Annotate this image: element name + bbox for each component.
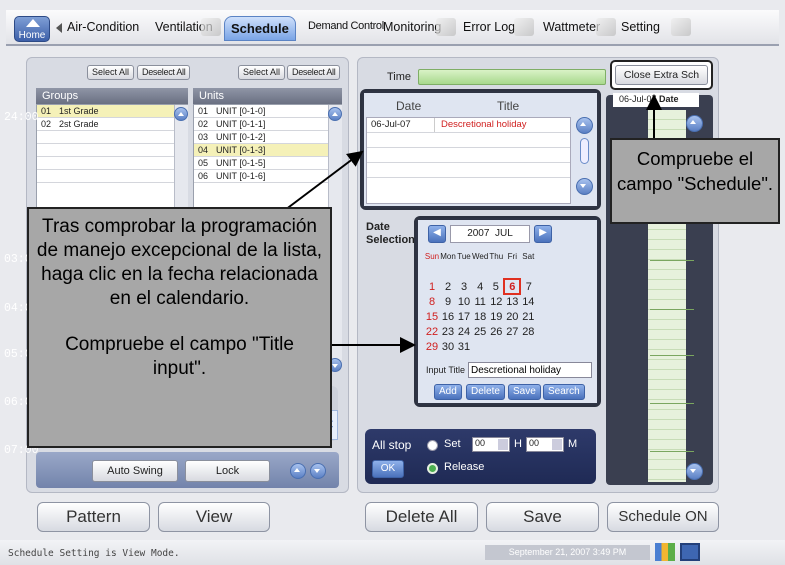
- callout-left-text-2: Compruebe el campo "Title input".: [65, 334, 294, 379]
- app-window: Home Air-Condition Ventilation Schedule …: [0, 0, 785, 565]
- arrow-to-schedule-list: [284, 150, 364, 211]
- callout-left-text-1: Tras comprobar la programación de manejo…: [36, 216, 323, 309]
- callout-right: Compruebe el campo "Schedule".: [610, 138, 780, 224]
- callout-left: Tras comprobar la programación de manejo…: [27, 207, 332, 448]
